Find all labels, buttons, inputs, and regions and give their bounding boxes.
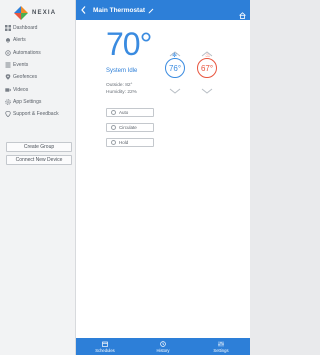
mode-label: Circulate: [119, 125, 137, 130]
sidebar-item-label: Support & Feedback: [13, 111, 59, 118]
create-group-button[interactable]: Create Group: [6, 142, 72, 152]
bell-icon: [4, 37, 11, 44]
sidebar-item-label: Alerts: [13, 37, 26, 44]
sidebar-item-automations[interactable]: Automations: [4, 47, 74, 59]
logo-text: NEXIA: [32, 10, 57, 16]
humidity-reading: Humidity: 22%: [106, 90, 137, 95]
sidebar-item-label: App Settings: [13, 98, 42, 105]
sidebar-item-app-settings[interactable]: App Settings: [4, 96, 74, 108]
mode-label: Hold: [119, 140, 129, 145]
tab-schedules[interactable]: Schedules: [76, 338, 134, 355]
sidebar-item-label: Videos: [13, 86, 29, 93]
sidebar-item-geofences[interactable]: Geofences: [4, 71, 74, 83]
tab-label: History: [156, 347, 170, 353]
edit-name-button[interactable]: [148, 1, 154, 19]
bottom-tab-bar: Schedules History Settings: [76, 338, 250, 355]
back-button[interactable]: [76, 6, 90, 14]
tab-label: Settings: [213, 347, 229, 353]
cool-setpoint-up-button[interactable]: [169, 44, 181, 57]
fan-icon: [111, 125, 116, 130]
history-icon: [160, 340, 166, 347]
nexia-logo: NEXIA: [14, 6, 56, 20]
sidebar-item-label: Automations: [13, 49, 41, 56]
connect-new-device-button[interactable]: Connect New Device: [6, 155, 72, 165]
header-bar: Main Thermostat: [76, 0, 250, 20]
page-title: Main Thermostat: [93, 6, 146, 14]
cool-setpoint: 76°: [165, 58, 185, 78]
tab-label: Schedules: [95, 347, 115, 353]
hold-icon: [111, 140, 116, 145]
calendar-icon: [102, 341, 108, 347]
sidebar-item-support[interactable]: Support & Feedback: [4, 108, 74, 120]
sidebar-item-events[interactable]: Events: [4, 59, 74, 71]
cool-setpoint-value: 76°: [168, 63, 182, 73]
mode-label: Auto: [119, 110, 129, 115]
pencil-icon: [148, 8, 154, 14]
chevron-down-icon: [169, 88, 181, 94]
fan-circulate-button[interactable]: Circulate: [106, 123, 154, 132]
gear-icon: [4, 98, 11, 105]
sidebar-item-videos[interactable]: Videos: [4, 83, 74, 95]
heat-setpoint-up-button[interactable]: [201, 44, 213, 57]
current-temperature: 70°: [106, 26, 152, 62]
chevron-down-icon: [201, 88, 213, 94]
sidebar-nav: Dashboard Alerts Automations Events Geof…: [4, 22, 74, 120]
hold-button[interactable]: Hold: [106, 138, 154, 147]
thermostat-panel: 70° System Idle Outside: 82° Humidity: 2…: [76, 20, 250, 338]
outside-temperature: Outside: 82°: [106, 83, 133, 88]
sidebar-item-label: Dashboard: [13, 25, 38, 32]
support-icon: [4, 111, 11, 118]
heat-setpoint: 67°: [197, 58, 217, 78]
mode-icon: [111, 110, 116, 115]
mode-auto-button[interactable]: Auto: [106, 108, 154, 117]
video-icon: [4, 86, 11, 93]
geofence-icon: [4, 74, 11, 81]
home-icon: [239, 12, 246, 19]
heat-setpoint-value: 67°: [200, 63, 214, 73]
nexia-logo-icon: [14, 6, 28, 20]
sidebar-item-alerts[interactable]: Alerts: [4, 34, 74, 46]
events-icon: [4, 62, 11, 69]
cool-setpoint-down-button[interactable]: [169, 81, 181, 94]
sidebar-item-dashboard[interactable]: Dashboard: [4, 22, 74, 34]
sidebar-item-label: Geofences: [13, 74, 38, 81]
sidebar: NEXIA Dashboard Alerts Automations Event…: [0, 0, 76, 355]
tab-settings[interactable]: Settings: [192, 338, 250, 355]
system-status: System Idle: [106, 68, 138, 74]
dashboard-icon: [4, 25, 11, 32]
heat-setpoint-down-button[interactable]: [201, 81, 213, 94]
tab-history[interactable]: History: [134, 338, 192, 355]
sidebar-item-label: Events: [13, 62, 29, 69]
automation-icon: [4, 49, 11, 56]
chevron-left-icon: [80, 6, 85, 14]
sliders-icon: [218, 341, 224, 346]
